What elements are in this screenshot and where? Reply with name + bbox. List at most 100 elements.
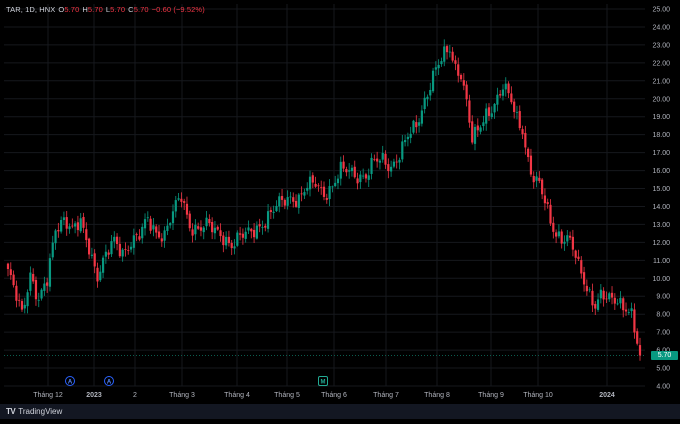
candle-body [331,186,334,188]
candle-body [440,61,443,65]
candle [244,227,247,243]
candle [591,283,594,313]
candle-body [384,153,387,165]
candle-body [129,246,133,250]
candle [485,103,488,131]
candle [90,247,93,259]
candle-body [213,227,217,234]
time-axis[interactable]: Tháng 12 2023 2 Tháng 3 Tháng 4 Tháng 5 Tháng … [33,392,615,399]
candle-body [415,122,418,128]
candle-body [197,226,200,229]
symbol-label[interactable]: TAR, 1D, HNX [6,5,55,14]
candle-body [543,195,547,204]
candle [440,57,443,67]
candle-body [613,297,616,304]
candle-body [34,280,38,300]
candle [135,232,138,242]
candle-body [373,159,376,161]
candle [574,249,577,265]
candle [638,337,642,361]
candle-body [6,263,10,270]
candle-body [202,227,205,233]
candle-body [110,241,113,255]
meeting-marker-icon[interactable]: M [318,376,328,386]
candle [141,223,144,244]
candle [577,249,580,261]
brand-label[interactable]: TradingView [18,407,62,416]
candle-body [356,178,359,184]
candle-body [521,129,524,135]
candle-body [571,236,574,250]
candle-body [364,174,368,179]
candle-body [113,236,116,242]
candle [504,77,507,97]
dividend-marker-icon[interactable]: A [65,376,75,386]
candle-body [104,251,107,257]
candle-body [155,226,158,233]
x-tick-label: Tháng 9 [478,392,504,399]
candle-body [459,75,463,80]
tradingview-logo-icon[interactable]: TV [6,407,16,416]
candle [43,276,46,296]
event-markers: AAM [65,376,328,386]
candle-body [638,345,642,356]
candle-body [513,101,516,113]
candle [143,213,147,236]
candle-body [471,121,474,143]
candle [445,44,449,60]
candle-body [146,217,149,219]
candle [152,218,155,237]
candle-body [409,133,412,138]
candle [636,328,639,346]
candle-body [255,225,258,239]
candle [308,170,312,197]
candle-body [325,197,328,200]
candle-body [300,193,303,195]
candle-body [37,299,40,301]
candle [171,204,175,231]
candle-body [499,94,502,96]
candle [613,293,616,310]
dividend-marker-icon[interactable]: A [104,376,114,386]
candle-body [524,132,527,148]
candle-body [487,107,491,116]
candle [513,98,516,119]
low-value: 5.70 [110,5,126,14]
candle-body [62,217,66,221]
candle [317,183,320,192]
candle-body [149,218,152,231]
candle-body [185,203,189,215]
x-tick-label: Tháng 4 [224,392,250,399]
candle-body [501,89,505,96]
candle-body [552,222,555,232]
candle-body [457,64,460,76]
candle-body [479,127,482,132]
candle-body [65,217,68,229]
candle [527,147,530,162]
chart-area[interactable]: 4.005.006.007.008.009.0010.0011.0012.001… [0,0,680,419]
candle [616,298,619,306]
candle-body [535,176,538,181]
candle-body [205,217,208,227]
candle [107,249,110,260]
candle-body [454,60,457,64]
candle [457,57,460,83]
change-value: −0.60 (−9.52%) [151,5,205,14]
price-axis[interactable]: 4.005.006.007.008.009.0010.0011.0012.001… [652,7,670,391]
candle [29,266,32,296]
candle-body [306,187,309,191]
x-tick-label: Tháng 10 [523,392,553,399]
candle-body [490,113,493,118]
candle-body [60,219,63,232]
y-tick-label: 10.00 [652,276,670,283]
candle [599,284,602,304]
candle-body [115,236,119,244]
candle [468,94,471,128]
candle [510,86,513,105]
candle [71,218,74,229]
candle-body [40,289,43,299]
candle-body [261,227,264,228]
candle [322,181,326,201]
candle-body [118,243,121,257]
candle [138,229,141,242]
